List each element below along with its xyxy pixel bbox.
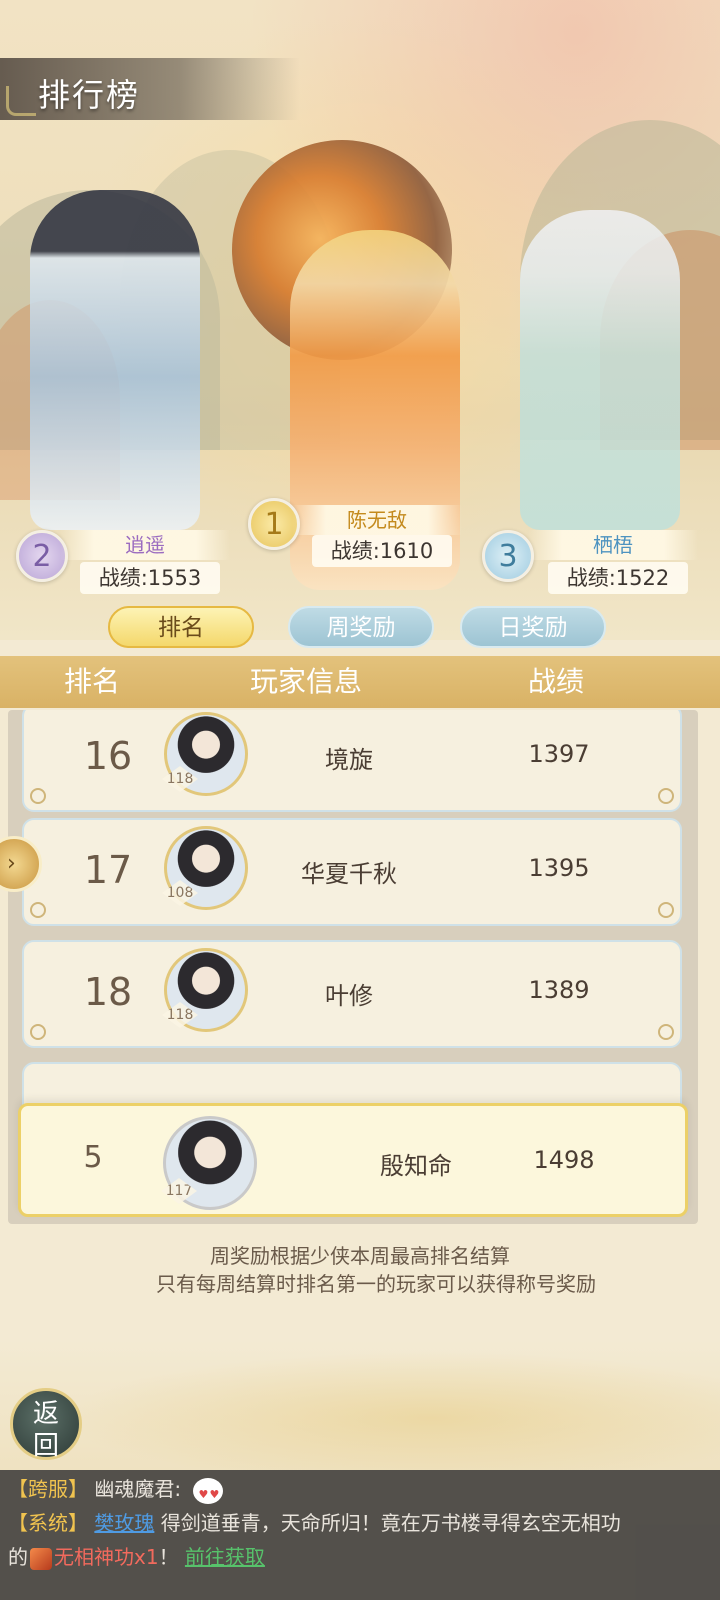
player-name: 华夏千秋 xyxy=(301,860,397,888)
title-decor-icon xyxy=(6,86,36,116)
chat-text: 得剑道垂青，天命所归！竟在万书楼寻得玄空无相功 xyxy=(160,1511,621,1535)
player-score: 1395 xyxy=(528,854,590,882)
my-rank-row[interactable]: 5 117 殷知命 1498 xyxy=(18,1103,688,1217)
rank-2-character[interactable] xyxy=(30,190,200,530)
my-player-name: 殷知命 xyxy=(380,1152,452,1180)
row-rank: 16 xyxy=(83,734,133,778)
heart-eyes-emoji-icon xyxy=(193,1477,224,1510)
bottom-decor xyxy=(0,1340,720,1470)
back-button[interactable]: 返 回 xyxy=(10,1388,82,1461)
player-score: 1389 xyxy=(528,976,590,1004)
tab-weekly-reward[interactable]: 周奖励 xyxy=(288,606,434,648)
table-header: 排名 玩家信息 战绩 xyxy=(0,656,720,708)
podium-rank-3-score: 战绩:1522 xyxy=(548,562,688,594)
column-header-score: 战绩 xyxy=(528,665,585,698)
my-player-score: 1498 xyxy=(533,1146,595,1174)
channel-tag-system: 【系统】 xyxy=(8,1511,88,1535)
player-score: 1397 xyxy=(528,740,590,768)
row-rank: 17 xyxy=(83,848,133,892)
chat-text-prefix: 的 xyxy=(8,1545,28,1569)
player-name: 境旋 xyxy=(325,746,373,774)
table-row[interactable]: 18 118 叶修 1389 xyxy=(22,940,682,1048)
back-label-2: 回 xyxy=(33,1431,60,1461)
row-rank: 18 xyxy=(83,970,133,1014)
podium-rank-3-name[interactable]: 栖梧 xyxy=(528,530,698,560)
podium-rank-2-name[interactable]: 逍遥 xyxy=(60,530,230,560)
skill-book-icon xyxy=(30,1547,52,1570)
chat-text-suffix: ！ xyxy=(158,1545,179,1569)
reward-note-title: 只有每周结算时排名第一的玩家可以获得称号奖励 xyxy=(156,1272,596,1296)
my-rank: 5 xyxy=(83,1140,103,1175)
table-row[interactable]: 17 108 华夏千秋 1395 xyxy=(22,818,682,926)
chevron-right-icon: › xyxy=(7,851,16,876)
tab-daily-reward[interactable]: 日奖励 xyxy=(460,606,606,648)
chat-player-link[interactable]: 樊玫瑰 xyxy=(94,1511,154,1535)
chat-message: 的 无相神功x1！ 前往获取 xyxy=(8,1542,265,1572)
reward-note-weekly: 周奖励根据少侠本周最高排名结算 xyxy=(210,1244,510,1268)
tab-bar: 排名 周奖励 日奖励 xyxy=(100,606,620,650)
podium-rank-1-score: 战绩:1610 xyxy=(312,535,452,567)
chat-item-link[interactable]: 无相神功x1 xyxy=(54,1545,159,1569)
goto-obtain-link[interactable]: 前往获取 xyxy=(185,1545,265,1569)
column-header-rank: 排名 xyxy=(64,665,121,698)
page-title: 排行榜 xyxy=(38,76,141,114)
podium-rank-3-badge: 3 xyxy=(482,530,534,582)
column-header-player-info: 玩家信息 xyxy=(250,665,363,698)
chat-message: 【跨服】 幽魂魔君: xyxy=(8,1474,224,1510)
player-name: 叶修 xyxy=(325,982,373,1010)
tab-rank[interactable]: 排名 xyxy=(108,606,254,648)
channel-tag-cross-server: 【跨服】 xyxy=(8,1477,88,1501)
chat-speaker[interactable]: 幽魂魔君: xyxy=(94,1477,181,1501)
podium-rank-2-score: 战绩:1553 xyxy=(80,562,220,594)
table-row[interactable]: 16 118 境旋 1397 xyxy=(22,710,682,812)
chat-message: 【系统】 樊玫瑰 得剑道垂青，天命所归！竟在万书楼寻得玄空无相功 xyxy=(8,1508,621,1538)
rank-3-character[interactable] xyxy=(520,210,680,530)
chat-panel[interactable]: 【跨服】 幽魂魔君: 【系统】 樊玫瑰 得剑道垂青，天命所归！竟在万书楼寻得玄空… xyxy=(0,1470,720,1600)
podium-rank-1-name[interactable]: 陈无敌 xyxy=(292,505,462,535)
